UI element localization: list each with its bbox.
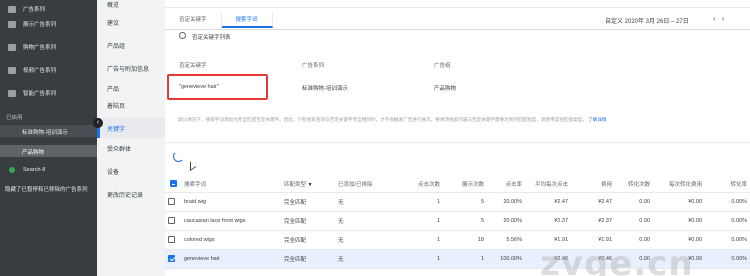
adgroup-header: 广告组 bbox=[434, 63, 451, 69]
campaign-item[interactable]: 购物广告系列 bbox=[0, 38, 97, 56]
loading-spinner-icon bbox=[173, 151, 184, 162]
negative-keyword-header: 否定关键字 bbox=[179, 63, 207, 69]
mouse-cursor-icon bbox=[190, 157, 196, 172]
column-header[interactable]: 费用 bbox=[571, 176, 615, 193]
menu-item-products[interactable]: 产品 bbox=[107, 84, 119, 93]
menu-item-recommendations[interactable]: 建议 bbox=[107, 18, 119, 27]
menu-item-audiences[interactable]: 受众群体 bbox=[107, 144, 131, 153]
menu-item-overview[interactable]: 概览 bbox=[107, 0, 119, 9]
menu-item-change-history[interactable]: 更改历史记录 bbox=[107, 190, 143, 199]
campaign-item[interactable]: 视频广告系列 bbox=[0, 61, 97, 79]
column-header[interactable]: 点击率 bbox=[487, 176, 525, 193]
table-header-row: 搜索字词 匹配类型 ▼ 已添加/已排除 点击次数 展示次数 点击率 平均每次点击… bbox=[165, 176, 750, 193]
column-header[interactable]: 展示次数 bbox=[443, 176, 487, 193]
smart-campaign-icon bbox=[8, 89, 16, 97]
row-checkbox[interactable] bbox=[165, 192, 181, 212]
menu-item-devices[interactable]: 设备 bbox=[107, 167, 119, 176]
date-range-selector[interactable]: 自定义 2020年 3月 26日 – 27日 bbox=[605, 16, 689, 25]
display-campaign-icon bbox=[8, 20, 16, 28]
menu-item-keywords[interactable]: 关键字 bbox=[107, 124, 125, 133]
main-panel: 否定关键字 搜索字词 自定义 2020年 3月 26日 – 27日 ‹› 否定关… bbox=[165, 0, 750, 276]
collapse-sidebar-icon[interactable]: ‹ bbox=[93, 118, 103, 128]
table-row[interactable]: caucasian lace front wigs 完全匹配 无 1 5 20.… bbox=[165, 211, 750, 231]
sort-down-icon: ▼ bbox=[307, 181, 313, 188]
select-all-checkbox[interactable] bbox=[165, 176, 181, 193]
active-campaign-item[interactable]: 标准购物-培训演示 bbox=[0, 125, 97, 137]
campaign-value: 标准购物-培训演示 bbox=[302, 86, 348, 92]
column-header[interactable]: 已添加/已排除 bbox=[335, 176, 397, 193]
row-checkbox[interactable] bbox=[165, 249, 181, 269]
top-bar bbox=[165, 0, 750, 8]
column-header[interactable]: 平均每次点击 bbox=[525, 176, 571, 193]
column-header[interactable]: 转化次数 bbox=[615, 176, 653, 193]
active-campaign-label: 标准购物-培训演示 bbox=[22, 130, 68, 136]
negative-keyword-list-radio[interactable] bbox=[179, 32, 186, 39]
adgroup-value: 产品购物 bbox=[434, 86, 457, 92]
match-type-info: 默认情况下，搜索字词添加为完全匹配否定关键字。因此，只有搜索查询与否定关键字完全… bbox=[178, 117, 607, 122]
campaign-header: 广告系列 bbox=[302, 63, 325, 69]
shopping-campaign-icon bbox=[8, 43, 16, 51]
column-header[interactable]: 转化率 bbox=[705, 176, 750, 193]
annotation-highlight-box bbox=[167, 74, 268, 100]
video-campaign-icon bbox=[8, 66, 16, 74]
table-row[interactable]: braid wig 完全匹配 无 1 5 20.00% ¥2.47 ¥2.47 … bbox=[165, 192, 750, 212]
page-menu: 概览 建议 产品组 广告与附加信息 产品 着陆页 关键字 受众群体 设备 更改历… bbox=[97, 0, 165, 276]
chevron-left-icon[interactable]: ‹ bbox=[713, 14, 722, 23]
tab-search-terms[interactable]: 搜索字词 bbox=[221, 12, 273, 28]
menu-item-ads-extensions[interactable]: 广告与附加信息 bbox=[107, 64, 149, 73]
menu-item-product-groups[interactable]: 产品组 bbox=[107, 41, 125, 50]
enabled-section-label: 已启用 bbox=[6, 115, 23, 121]
campaign-status-icon bbox=[9, 167, 15, 173]
campaign-icon bbox=[8, 5, 16, 13]
divider bbox=[165, 29, 750, 30]
watermark: zvge.cn bbox=[540, 244, 694, 276]
column-header[interactable]: 搜索字词 bbox=[181, 176, 281, 193]
campaign-sidebar: 广告系列 展示广告系列 购物广告系列 视频广告系列 智能广告系列 已启用 标准购… bbox=[0, 0, 97, 276]
campaign-item[interactable]: 展示广告系列 bbox=[0, 15, 97, 33]
menu-item-landing-pages[interactable]: 着陆页 bbox=[107, 101, 125, 110]
column-header[interactable]: 点击次数 bbox=[397, 176, 443, 193]
column-header[interactable]: 匹配类型 ▼ bbox=[281, 176, 335, 193]
chevron-right-icon[interactable]: › bbox=[722, 14, 731, 23]
tab-bar: 否定关键字 搜索字词 bbox=[165, 12, 273, 28]
active-adgroup-item[interactable]: 产品购物 bbox=[0, 145, 97, 157]
hidden-campaigns-note[interactable]: 隐藏了已暂停和已移除的广告系列 bbox=[5, 185, 88, 193]
campaign-item[interactable]: 智能广告系列 bbox=[0, 84, 97, 102]
divider bbox=[165, 142, 750, 143]
date-nav-arrows[interactable]: ‹› bbox=[713, 14, 730, 23]
search-campaign-item[interactable]: Search-8 bbox=[0, 161, 97, 179]
learn-more-link[interactable]: 了解详情 bbox=[588, 117, 606, 122]
tab-negative-keywords[interactable]: 否定关键字 bbox=[165, 12, 222, 28]
column-header[interactable]: 每次转化费用 bbox=[653, 176, 705, 193]
negative-keyword-list-label: 否定关键字列表 bbox=[192, 35, 231, 41]
row-checkbox[interactable] bbox=[165, 211, 181, 231]
row-checkbox[interactable] bbox=[165, 230, 181, 250]
active-adgroup-label: 产品购物 bbox=[22, 150, 45, 156]
